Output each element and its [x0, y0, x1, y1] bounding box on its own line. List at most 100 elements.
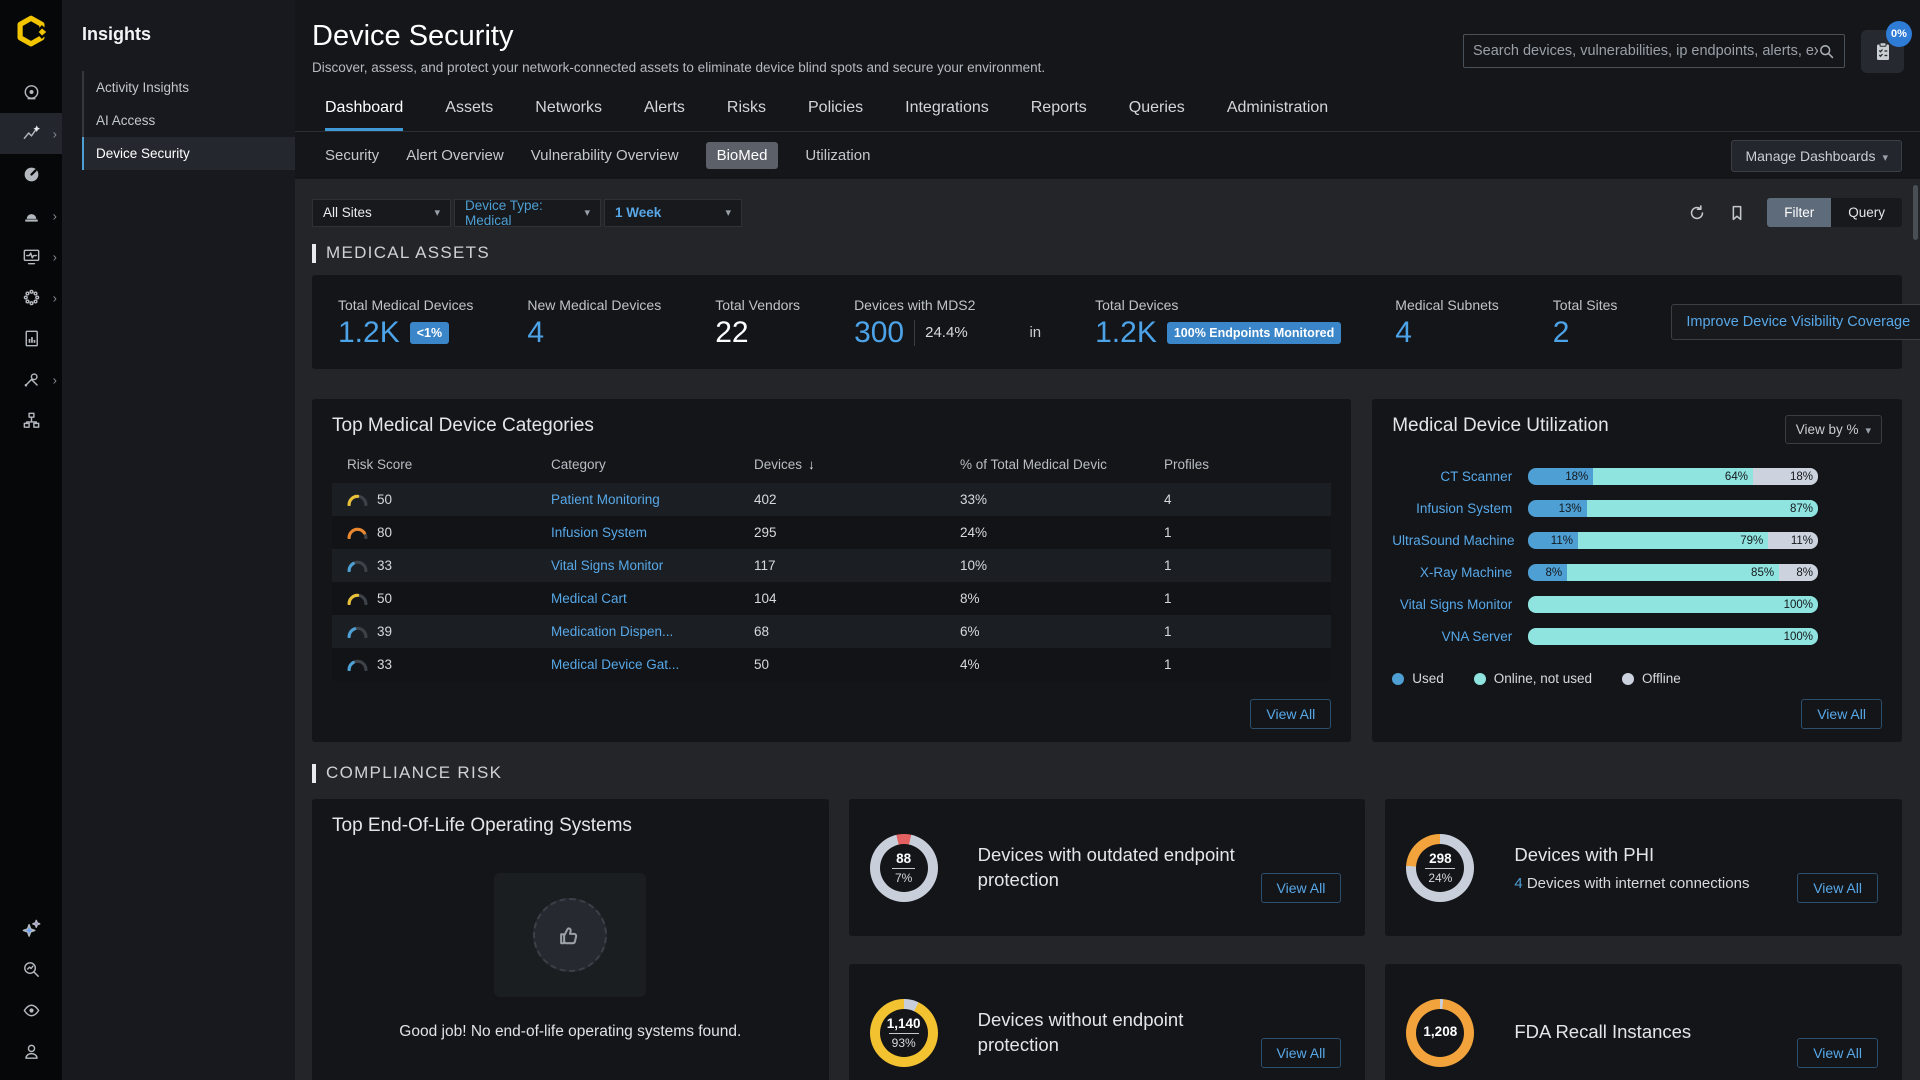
- bookmark-icon[interactable]: [1727, 203, 1747, 223]
- devices-count: 68: [754, 624, 960, 639]
- risk-gauge-icon: [347, 526, 368, 539]
- category-link[interactable]: Medical Device Gat...: [551, 657, 754, 672]
- stat-label: Total Sites: [1553, 297, 1618, 313]
- bar-label-link[interactable]: CT Scanner: [1392, 469, 1512, 484]
- pct-total: 4%: [960, 657, 1164, 672]
- col-profiles[interactable]: Profiles: [1164, 457, 1331, 472]
- time-range-dropdown[interactable]: 1 Week▾: [604, 199, 742, 227]
- user-icon[interactable]: [0, 1031, 62, 1072]
- category-link[interactable]: Vital Signs Monitor: [551, 558, 754, 573]
- eol-graphic-tile: [494, 873, 646, 997]
- profiles-count: 1: [1164, 591, 1331, 606]
- legend-offline: Offline: [1622, 671, 1681, 686]
- search-icon[interactable]: [1818, 43, 1835, 60]
- table-row: 33 Vital Signs Monitor 117 10% 1: [332, 549, 1331, 582]
- col-pct-total[interactable]: % of Total Medical Devic: [960, 457, 1164, 472]
- search-insights-icon[interactable]: [0, 949, 62, 990]
- card-title: Devices with PHI: [1514, 843, 1749, 868]
- view-all-button[interactable]: View All: [1261, 873, 1342, 903]
- view-all-button[interactable]: View All: [1261, 1038, 1342, 1068]
- profiles-count: 4: [1164, 492, 1331, 507]
- stat-secondary-value: 24.4%: [925, 324, 968, 341]
- subtab-vulnerability-overview[interactable]: Vulnerability Overview: [531, 147, 679, 164]
- stat-label: Devices with MDS2: [854, 297, 975, 313]
- sort-desc-icon[interactable]: ↓: [808, 457, 815, 472]
- manage-dashboards-button[interactable]: Manage Dashboards▾: [1731, 140, 1902, 172]
- dashboard-gauge-icon[interactable]: [0, 154, 62, 195]
- sidebar-item-ai-access[interactable]: AI Access: [82, 104, 295, 137]
- caret-down-icon: ▾: [1865, 425, 1871, 437]
- risk-score: 50: [377, 492, 392, 507]
- tab-assets[interactable]: Assets: [445, 99, 493, 131]
- insights-sidebar: Insights Activity Insights AI Access Dev…: [62, 0, 295, 1080]
- caret-down-icon: ▾: [725, 206, 731, 219]
- alerts-siren-icon[interactable]: ›: [0, 195, 62, 236]
- sidebar-item-device-security[interactable]: Device Security: [82, 137, 295, 170]
- visibility-eye-icon[interactable]: [0, 990, 62, 1031]
- tasks-checklist-icon[interactable]: 0%: [1861, 30, 1904, 73]
- device-type-dropdown[interactable]: Device Type: Medical▾: [454, 199, 601, 227]
- bar-label-link[interactable]: Vital Signs Monitor: [1392, 597, 1512, 612]
- pct-total: 6%: [960, 624, 1164, 639]
- subtab-biomed[interactable]: BioMed: [706, 142, 779, 169]
- subtab-alert-overview[interactable]: Alert Overview: [406, 147, 504, 164]
- bar-label-link[interactable]: UltraSound Machine: [1392, 533, 1512, 548]
- tab-reports[interactable]: Reports: [1031, 99, 1087, 131]
- view-all-button[interactable]: View All: [1250, 699, 1331, 729]
- stat-badge: 100% Endpoints Monitored: [1167, 322, 1341, 344]
- profiles-count: 1: [1164, 657, 1331, 672]
- processes-icon[interactable]: ›: [0, 277, 62, 318]
- col-risk-score[interactable]: Risk Score: [347, 457, 551, 472]
- bar-label-link[interactable]: Infusion System: [1392, 501, 1512, 516]
- category-link[interactable]: Infusion System: [551, 525, 754, 540]
- tools-icon[interactable]: ›: [0, 359, 62, 400]
- tab-risks[interactable]: Risks: [727, 99, 766, 131]
- col-category[interactable]: Category: [551, 457, 754, 472]
- view-by-dropdown[interactable]: View by %▾: [1785, 415, 1882, 444]
- tab-queries[interactable]: Queries: [1129, 99, 1185, 131]
- reports-icon[interactable]: [0, 318, 62, 359]
- subtab-security[interactable]: Security: [325, 147, 379, 164]
- improve-visibility-button[interactable]: Improve Device Visibility Coverage: [1671, 304, 1920, 340]
- category-link[interactable]: Patient Monitoring: [551, 492, 754, 507]
- tasks-progress-badge: 0%: [1886, 21, 1912, 47]
- category-link[interactable]: Medical Cart: [551, 591, 754, 606]
- insights-icon[interactable]: ›: [0, 113, 62, 154]
- filter-button[interactable]: Filter: [1767, 198, 1831, 227]
- card-title: FDA Recall Instances: [1514, 1020, 1691, 1045]
- tab-networks[interactable]: Networks: [535, 99, 602, 131]
- tab-integrations[interactable]: Integrations: [905, 99, 989, 131]
- query-button[interactable]: Query: [1831, 198, 1902, 227]
- refresh-icon[interactable]: [1687, 203, 1707, 223]
- caret-down-icon: ▾: [434, 206, 440, 219]
- stat-label: Total Medical Devices: [338, 297, 473, 313]
- endpoint-monitor-icon[interactable]: ›: [0, 236, 62, 277]
- main-tabs: Dashboard Assets Networks Alerts Risks P…: [295, 75, 1920, 132]
- eol-message: Good job! No end-of-life operating syste…: [399, 1023, 741, 1041]
- legend-used: Used: [1392, 671, 1444, 686]
- tab-policies[interactable]: Policies: [808, 99, 863, 131]
- search-input[interactable]: [1473, 43, 1818, 59]
- bar-label-link[interactable]: X-Ray Machine: [1392, 565, 1512, 580]
- scrollbar-thumb[interactable]: [1913, 185, 1918, 240]
- sidebar-item-activity-insights[interactable]: Activity Insights: [82, 71, 295, 104]
- ai-sparkles-icon[interactable]: [0, 908, 62, 949]
- col-devices[interactable]: Devices↓: [754, 457, 960, 472]
- card-title: Devices without endpoint protection: [978, 1008, 1242, 1058]
- tab-administration[interactable]: Administration: [1227, 99, 1328, 131]
- tab-dashboard[interactable]: Dashboard: [325, 99, 403, 131]
- view-all-button[interactable]: View All: [1797, 1038, 1878, 1068]
- tab-alerts[interactable]: Alerts: [644, 99, 685, 131]
- without-endpoint-card: 1,14093% Devices without endpoint protec…: [849, 964, 1366, 1080]
- armis-logo[interactable]: [11, 12, 51, 52]
- section-accent-bar: [312, 764, 316, 783]
- view-all-button[interactable]: View All: [1801, 699, 1882, 729]
- subtab-utilization[interactable]: Utilization: [805, 147, 870, 164]
- bar-segment: 13%: [1528, 500, 1586, 517]
- bar-label-link[interactable]: VNA Server: [1392, 629, 1512, 644]
- category-link[interactable]: Medication Dispen...: [551, 624, 754, 639]
- view-all-button[interactable]: View All: [1797, 873, 1878, 903]
- sites-dropdown[interactable]: All Sites▾: [312, 199, 451, 227]
- network-sitemap-icon[interactable]: [0, 400, 62, 441]
- discovery-icon[interactable]: [0, 72, 62, 113]
